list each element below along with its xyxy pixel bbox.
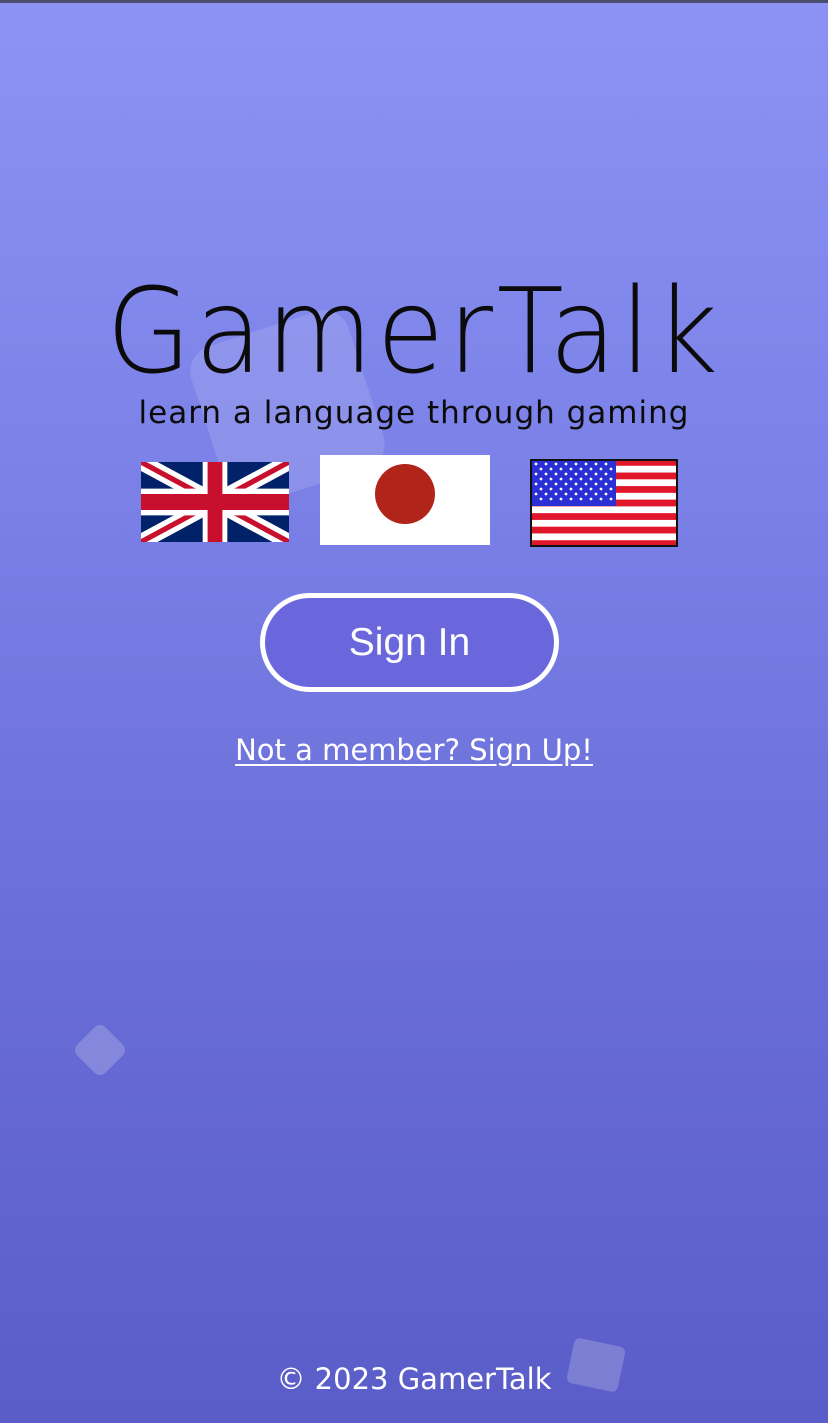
- us-flag-icon: [530, 459, 678, 547]
- app-tagline: learn a language through gaming: [138, 395, 690, 431]
- app-logo-title: GamerTalk: [106, 262, 722, 400]
- uk-flag-icon: [141, 462, 289, 542]
- sign-in-button[interactable]: Sign In: [260, 593, 559, 692]
- footer-copyright: © 2023 GamerTalk: [276, 1362, 552, 1396]
- sign-up-link[interactable]: Not a member? Sign Up!: [0, 733, 828, 767]
- background-decoration: [71, 1021, 129, 1079]
- japan-flag-icon: [320, 455, 490, 545]
- status-bar-edge: [0, 0, 828, 3]
